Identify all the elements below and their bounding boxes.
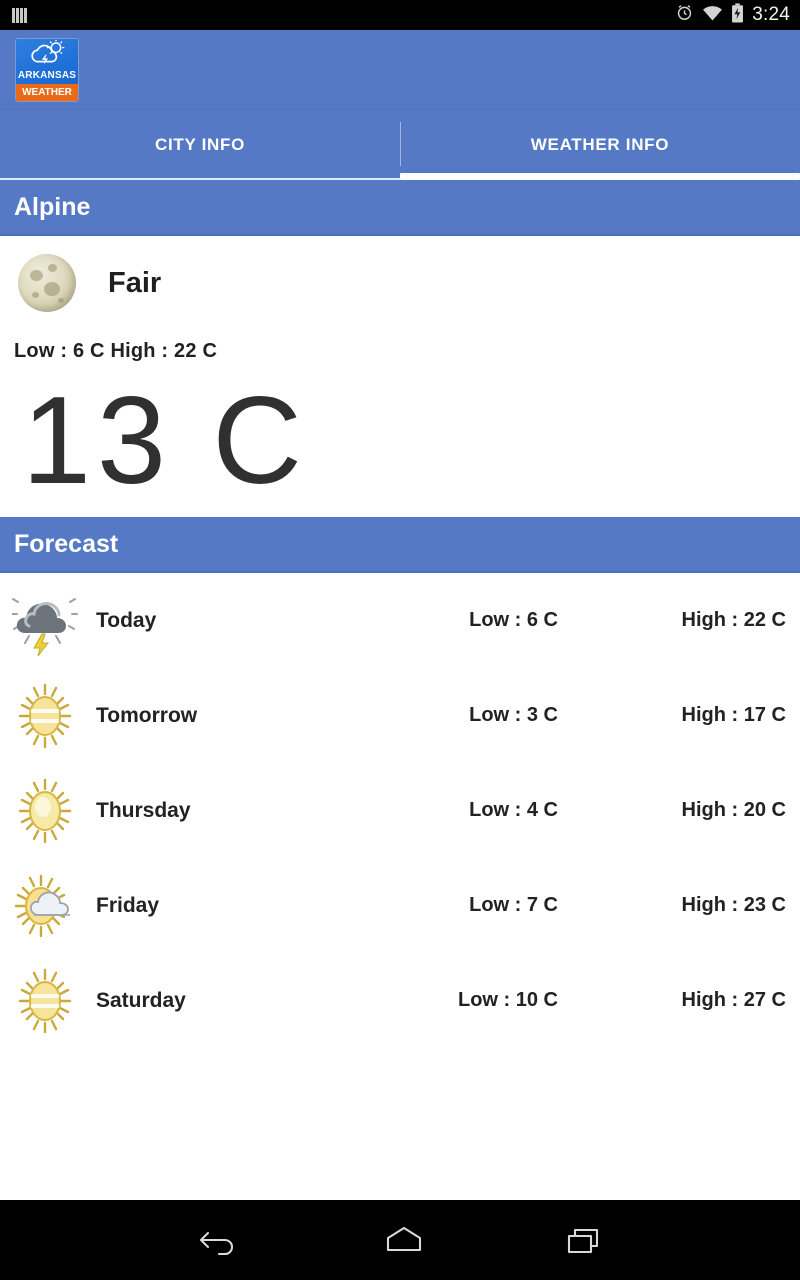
current-condition-text: Fair [108,266,162,299]
forecast-day: Saturday [96,988,186,1012]
full-moon-icon [18,254,76,312]
app-bar: ARKANSAS WEATHER [0,30,800,110]
forecast-low: Low : 4 C [469,799,558,821]
logo-top-text: ARKANSAS [17,70,77,81]
forecast-row[interactable]: Today Low : 6 C High : 22 C [0,573,800,668]
logo-bottom-text: WEATHER [16,83,78,101]
wifi-icon [702,5,723,26]
forecast-low: Low : 6 C [469,609,558,631]
current-low-high: Low : 6 C High : 22 C [14,340,218,362]
arkansas-weather-logo[interactable]: ARKANSAS WEATHER [16,38,78,101]
forecast-day: Tomorrow [96,703,198,727]
current-conditions-panel: Fair Low : 6 C High : 22 C 13 C [0,236,800,503]
alarm-clock-icon [675,3,694,27]
sun-haze-icon [6,966,84,1036]
forecast-row[interactable]: Saturday Low : 10 C High : 27 C [0,953,800,1048]
sun-behind-cloud-icon [6,871,84,941]
logo-weather-glyph [16,39,78,68]
forecast-list: Today Low : 6 C High : 22 C Tomorrow Low… [0,573,800,1048]
status-bar: 3:24 [0,0,800,30]
tab-city-info[interactable]: CITY INFO [0,110,400,180]
forecast-header: Forecast [0,517,800,573]
forecast-high: High : 20 C [681,799,786,821]
tab-weather-info[interactable]: WEATHER INFO [400,110,800,180]
signal-bars-icon [12,7,27,23]
forecast-high: High : 23 C [681,894,786,916]
sun-icon [6,776,84,846]
forecast-high: High : 27 C [681,989,786,1011]
forecast-row[interactable]: Thursday Low : 4 C High : 20 C [0,763,800,858]
thunderstorm-icon [6,586,84,656]
forecast-day: Friday [96,893,160,917]
tab-bar: CITY INFO WEATHER INFO [0,110,800,180]
current-condition-row: Fair [0,254,800,312]
status-bar-left [12,7,27,23]
forecast-low: Low : 10 C [457,989,558,1011]
home-icon[interactable] [384,1224,424,1256]
forecast-low: Low : 7 C [469,894,558,916]
forecast-low: Low : 3 C [469,704,558,726]
recent-apps-icon[interactable] [566,1224,602,1256]
battery-charging-icon [731,2,744,28]
forecast-high: High : 17 C [681,704,786,726]
current-temperature: 13 C [22,372,308,510]
sun-haze-icon [6,681,84,751]
city-name-header: Alpine [0,180,800,236]
forecast-row[interactable]: Tomorrow Low : 3 C High : 17 C [0,668,800,763]
forecast-row[interactable]: Friday Low : 7 C High : 23 C [0,858,800,953]
android-navigation-bar [0,1200,800,1280]
forecast-high: High : 22 C [681,609,786,631]
forecast-day: Today [96,608,157,632]
forecast-day: Thursday [96,798,191,822]
status-bar-clock: 3:24 [752,4,790,25]
tab-divider [400,122,401,166]
status-bar-right: 3:24 [675,2,790,28]
back-arrow-icon[interactable] [198,1224,242,1256]
